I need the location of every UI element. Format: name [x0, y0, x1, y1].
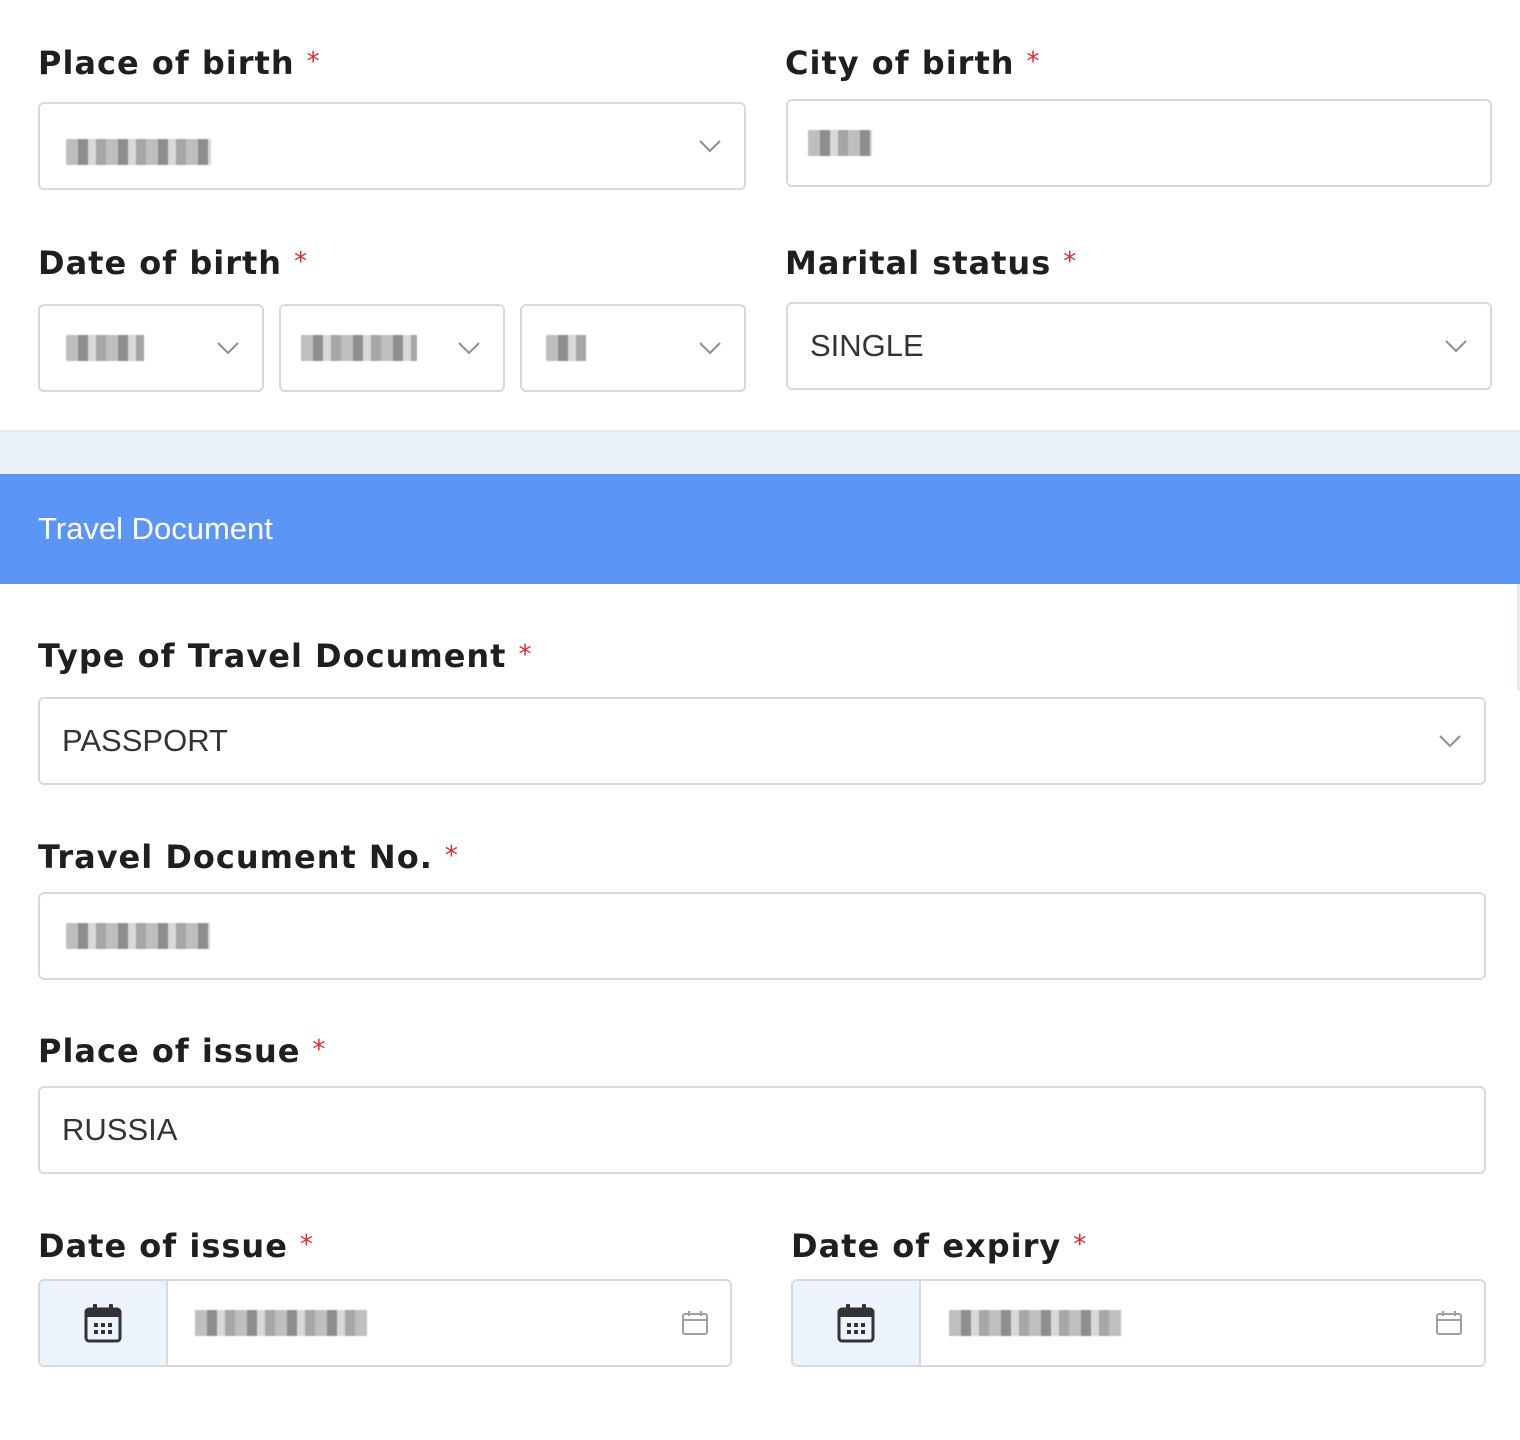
section-title: Travel Document: [38, 511, 273, 546]
document-number-label-text: Travel Document No.: [38, 838, 433, 876]
chevron-down-icon: [699, 140, 721, 153]
chevron-down-icon: [1445, 340, 1467, 353]
chevron-down-icon: [1439, 735, 1461, 748]
place-of-birth-label-text: Place of birth: [38, 44, 295, 82]
calendar-icon[interactable]: [1436, 1310, 1462, 1336]
required-marker: *: [1063, 247, 1078, 277]
marital-status-value: SINGLE: [810, 328, 924, 363]
redacted-value: [66, 923, 210, 949]
document-type-label-text: Type of Travel Document: [38, 637, 507, 675]
marital-status-label: Marital status *: [785, 244, 1077, 285]
calendar-icon[interactable]: [682, 1310, 708, 1336]
date-of-expiry-label: Date of expiry *: [791, 1227, 1087, 1268]
place-of-issue-label: Place of issue *: [38, 1032, 326, 1073]
redacted-value: [195, 1310, 367, 1336]
date-of-issue-picker[interactable]: [38, 1279, 732, 1367]
birth-month-select[interactable]: [279, 304, 505, 392]
date-of-expiry-label-text: Date of expiry: [791, 1227, 1062, 1265]
travel-document-section-header: Travel Document: [0, 474, 1520, 584]
document-type-select[interactable]: PASSPORT: [38, 697, 1486, 785]
city-of-birth-label-text: City of birth: [785, 44, 1015, 82]
redacted-value: [66, 335, 144, 361]
document-number-input[interactable]: [38, 892, 1486, 980]
required-marker: *: [294, 247, 309, 277]
document-type-value: PASSPORT: [62, 723, 228, 758]
document-type-label: Type of Travel Document *: [38, 637, 532, 678]
marital-status-label-text: Marital status: [785, 244, 1052, 282]
city-of-birth-label: City of birth *: [785, 44, 1041, 85]
calendar-icon: [837, 1304, 875, 1343]
redacted-value: [546, 335, 586, 361]
section-divider: [0, 430, 1520, 474]
birth-year-select[interactable]: [520, 304, 746, 392]
marital-status-select[interactable]: SINGLE: [786, 302, 1492, 390]
redacted-value: [301, 335, 417, 361]
place-of-issue-input[interactable]: RUSSIA: [38, 1086, 1486, 1174]
required-marker: *: [1026, 47, 1041, 77]
city-of-birth-input[interactable]: [786, 99, 1492, 187]
required-marker: *: [312, 1035, 327, 1065]
required-marker: *: [1073, 1230, 1088, 1260]
place-of-issue-label-text: Place of issue: [38, 1032, 301, 1070]
date-of-issue-label-text: Date of issue: [38, 1227, 288, 1265]
required-marker: *: [518, 640, 533, 670]
place-of-birth-select[interactable]: [38, 102, 746, 190]
calendar-icon: [84, 1304, 122, 1343]
place-of-issue-value: RUSSIA: [62, 1112, 178, 1147]
date-of-birth-label: Date of birth *: [38, 244, 308, 285]
redacted-value: [949, 1310, 1121, 1336]
birth-day-select[interactable]: [38, 304, 264, 392]
required-marker: *: [299, 1230, 314, 1260]
date-of-issue-label: Date of issue *: [38, 1227, 314, 1268]
date-of-expiry-picker[interactable]: [791, 1279, 1486, 1367]
required-marker: *: [306, 47, 321, 77]
redacted-value: [808, 130, 872, 156]
calendar-button[interactable]: [40, 1281, 168, 1365]
chevron-down-icon: [699, 342, 721, 355]
place-of-birth-label: Place of birth *: [38, 44, 321, 85]
date-of-birth-label-text: Date of birth: [38, 244, 283, 282]
required-marker: *: [444, 841, 459, 871]
chevron-down-icon: [458, 342, 480, 355]
document-number-label: Travel Document No. *: [38, 838, 459, 879]
redacted-value: [66, 139, 211, 165]
chevron-down-icon: [217, 342, 239, 355]
calendar-button[interactable]: [793, 1281, 921, 1365]
